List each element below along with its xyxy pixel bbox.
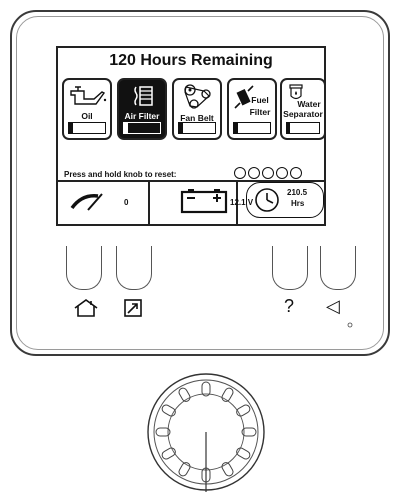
fan-belt-icon — [184, 84, 211, 109]
tile-fuel-filter-label-2: Filter — [249, 107, 271, 117]
tile-air-filter[interactable]: Air Filter — [117, 78, 167, 140]
tile-water-separator-label-2: Separator — [283, 109, 323, 119]
tile-oil[interactable]: Oil — [62, 78, 112, 140]
battery-icon — [180, 189, 228, 214]
back-triangle-icon: ◁ — [326, 296, 340, 316]
status-separator — [148, 181, 150, 224]
tile-fuel-filter-label-1: Fuel — [251, 95, 269, 105]
tile-water-separator[interactable]: Water Separator — [280, 78, 326, 140]
help-icon: ? — [284, 296, 295, 316]
rotary-knob[interactable] — [146, 372, 266, 492]
tile-air-filter-level-bar — [123, 122, 161, 134]
tile-fuel-filter-level-bar — [233, 122, 271, 134]
reset-dot — [248, 167, 260, 179]
tile-water-separator-label-1: Water — [297, 99, 321, 109]
reset-dot — [290, 167, 302, 179]
tile-air-filter-label: Air Filter — [124, 111, 160, 121]
screen-title: 120 Hours Remaining — [109, 52, 273, 69]
clock-icon — [255, 188, 279, 212]
small-ring-icon — [347, 322, 353, 328]
hours-unit: Hrs — [291, 199, 305, 208]
reset-dot — [276, 167, 288, 179]
tach-value: 0 — [124, 198, 129, 207]
hours-value: 210.5 — [287, 188, 308, 197]
reset-dot — [234, 167, 246, 179]
expand-arrow-icon — [124, 299, 142, 317]
reset-prompt: Press and hold knob to reset: — [64, 170, 177, 179]
home-icon — [74, 299, 98, 317]
tile-oil-level-bar — [68, 122, 106, 134]
softkey-3[interactable] — [272, 246, 308, 290]
oil-can-icon — [70, 86, 107, 105]
tile-fan-belt[interactable]: Fan Belt — [172, 78, 222, 140]
softkey-4[interactable] — [320, 246, 356, 290]
tile-fuel-filter[interactable]: Fuel Filter — [227, 78, 277, 140]
tile-oil-label: Oil — [81, 111, 93, 121]
tachometer-icon — [70, 193, 103, 211]
air-filter-icon — [134, 86, 153, 106]
tile-fan-belt-level-bar — [178, 122, 216, 134]
reset-dot — [262, 167, 274, 179]
softkey-1[interactable] — [66, 246, 102, 290]
softkey-2[interactable] — [116, 246, 152, 290]
tile-water-separator-level-bar — [286, 122, 320, 134]
